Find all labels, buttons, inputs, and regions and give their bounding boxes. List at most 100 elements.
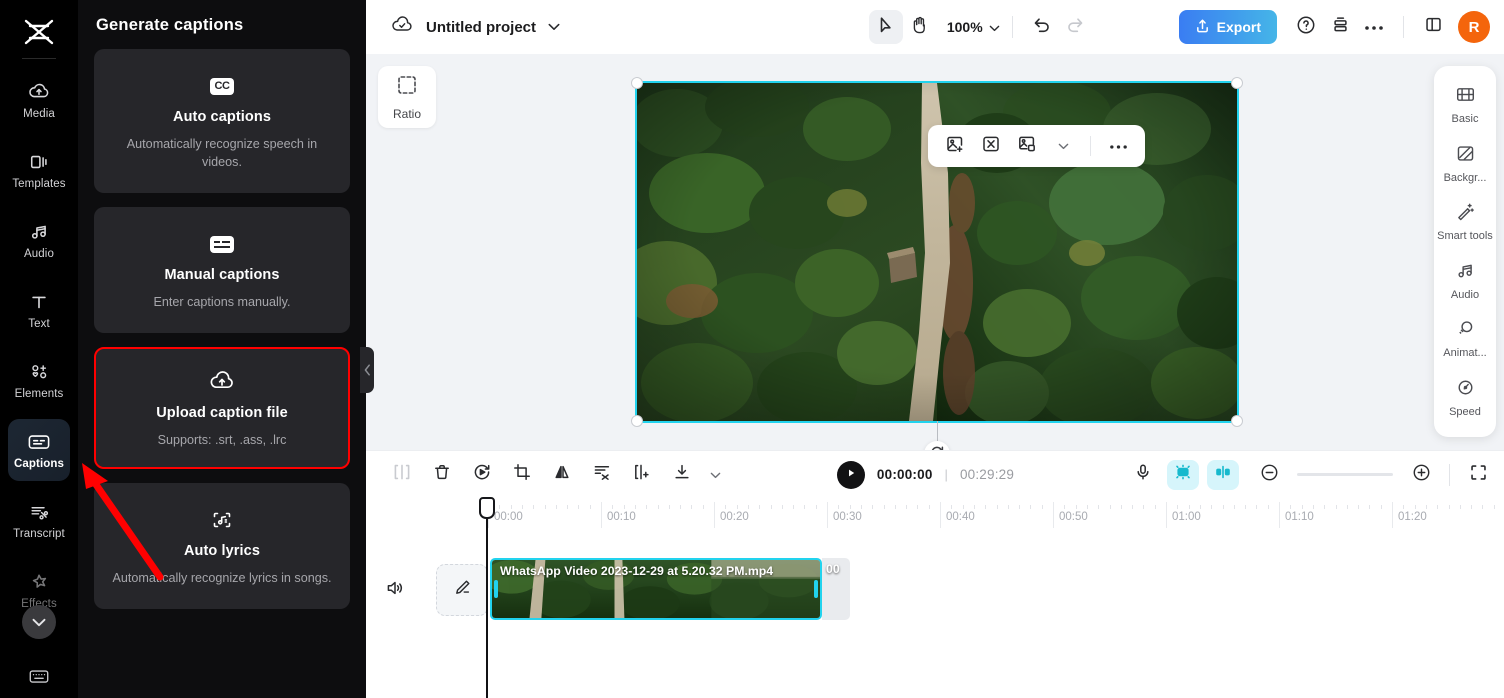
ruler-minor-tick [499,505,501,509]
minus-circle-icon [1260,463,1279,487]
audio-split-chip[interactable] [1207,459,1239,490]
ruler-minor-tick [951,505,953,509]
ruler-minor-tick [1312,505,1314,509]
ruler-minor-tick [1346,505,1348,509]
toolbar-divider-2 [1403,16,1404,38]
track-edit-button[interactable] [436,564,488,616]
sidebar-item-media[interactable]: Media [8,69,70,131]
export-button-label: Export [1216,19,1261,35]
current-time: 00:00:00 [876,467,933,482]
split-view-button[interactable] [1416,10,1450,44]
ruler-major-tick [1053,502,1054,528]
ruler-minor-tick [1245,505,1247,509]
dock-item-basic[interactable]: Basic [1434,76,1496,135]
sidebar-item-audio[interactable]: Audio [8,209,70,271]
crop-button[interactable] [506,459,538,491]
pip-dropdown-button[interactable] [1048,131,1078,161]
redo-button[interactable] [1059,10,1093,44]
ruler-minor-tick [1301,505,1303,509]
fit-to-frame-button[interactable] [976,131,1006,161]
delete-button[interactable] [426,459,458,491]
remove-bg-button[interactable] [586,459,618,491]
sidebar-item-label: Templates [12,178,66,190]
more-options-button[interactable] [1357,10,1391,44]
zoom-level-control[interactable]: 100% [947,19,1000,35]
zoom-in-button[interactable] [1405,459,1437,491]
preview-stage: Ratio [366,54,1504,467]
add-image-button[interactable] [940,131,970,161]
chevron-down-icon [1058,137,1069,155]
preview-more-button[interactable] [1103,131,1133,161]
avatar[interactable]: R [1458,11,1490,43]
project-name[interactable]: Untitled project [426,19,536,36]
help-button[interactable] [1289,10,1323,44]
panel-collapse-handle[interactable] [360,347,374,393]
split-icon [393,463,411,486]
select-tool-button[interactable] [868,10,903,44]
chevron-down-icon[interactable] [548,18,560,36]
transcript-icon [27,500,51,524]
ruler-minor-tick [736,505,738,509]
split-button[interactable] [386,459,418,491]
pip-overlay-button[interactable] [1012,131,1042,161]
rail-expand-button[interactable] [22,605,56,639]
manual-captions-card[interactable]: Manual captions Enter captions manually. [94,207,350,333]
rail-divider [22,58,56,59]
clip-trim-handle-left[interactable] [494,580,498,598]
sidebar-item-elements[interactable]: Elements [8,349,70,411]
fit-timeline-button[interactable] [1462,459,1494,491]
ruler-minor-tick [962,505,964,509]
sidebar-item-templates[interactable]: Templates [8,139,70,201]
sidebar-item-text[interactable]: Text [8,279,70,341]
timeline-zoom-slider[interactable] [1297,473,1393,476]
playhead-handle[interactable] [479,497,495,519]
resize-handle-bottom-left[interactable] [631,415,643,427]
speedometer-icon [1455,378,1476,402]
dock-item-background[interactable]: Backgr... [1434,135,1496,194]
zoom-out-button[interactable] [1253,459,1285,491]
playhead[interactable] [479,497,495,698]
timeline-clip[interactable]: WhatsApp Video 2023-12-29 at 5.20.32 PM.… [490,558,822,620]
ratio-button[interactable]: Ratio [378,66,436,128]
record-voiceover-button[interactable] [1127,459,1159,491]
sidebar-item-captions[interactable]: Captions [8,419,70,481]
clip-trim-handle-right[interactable] [814,580,818,598]
split-panel-icon [1424,15,1443,39]
background-icon [1455,144,1476,168]
mirror-button[interactable] [546,459,578,491]
resize-handle-top-left[interactable] [631,77,643,89]
plus-circle-icon [1412,463,1431,487]
undo-button[interactable] [1025,10,1059,44]
upload-caption-file-card[interactable]: Upload caption file Supports: .srt, .ass… [94,347,350,469]
layout-button[interactable] [1323,10,1357,44]
freeze-frame-button[interactable] [626,459,658,491]
hand-tool-button[interactable] [903,10,937,44]
resize-handle-top-right[interactable] [1231,77,1243,89]
ruler-minor-tick [804,505,806,509]
download-button[interactable] [666,459,698,491]
resize-handle-bottom-right[interactable] [1231,415,1243,427]
auto-captions-chip[interactable] [1167,459,1199,490]
timeline-ruler[interactable]: 00:00 00:10 00:20 00:30 00:40 00:50 01:00 01:10… [366,498,1504,532]
reverse-button[interactable] [466,459,498,491]
capcut-logo-icon[interactable] [15,8,63,56]
sidebar-item-transcript[interactable]: Transcript [8,489,70,551]
dock-item-audio[interactable]: Audio [1434,252,1496,311]
text-t-icon [27,290,51,314]
play-button[interactable] [836,460,865,489]
track-mute-button[interactable] [378,573,412,607]
auto-lyrics-card[interactable]: Auto lyrics Automatically recognize lyri… [94,483,350,609]
auto-captions-card[interactable]: CC Auto captions Automatically recognize… [94,49,350,193]
clip-name-overflow: 00 [826,562,840,576]
export-button[interactable]: Export [1178,10,1277,44]
ruler-minor-tick [883,505,885,509]
ruler-tick-label: 01:10 [1285,511,1314,523]
ruler-major-tick [714,502,715,528]
dock-item-animation[interactable]: Animat... [1434,310,1496,369]
keyboard-shortcuts-button[interactable] [0,668,78,690]
ruler-minor-tick [691,505,693,509]
dock-item-smart-tools[interactable]: Smart tools [1434,193,1496,252]
cloud-check-icon[interactable] [390,15,414,40]
dock-item-speed[interactable]: Speed [1434,369,1496,428]
download-dropdown-button[interactable] [706,459,724,491]
